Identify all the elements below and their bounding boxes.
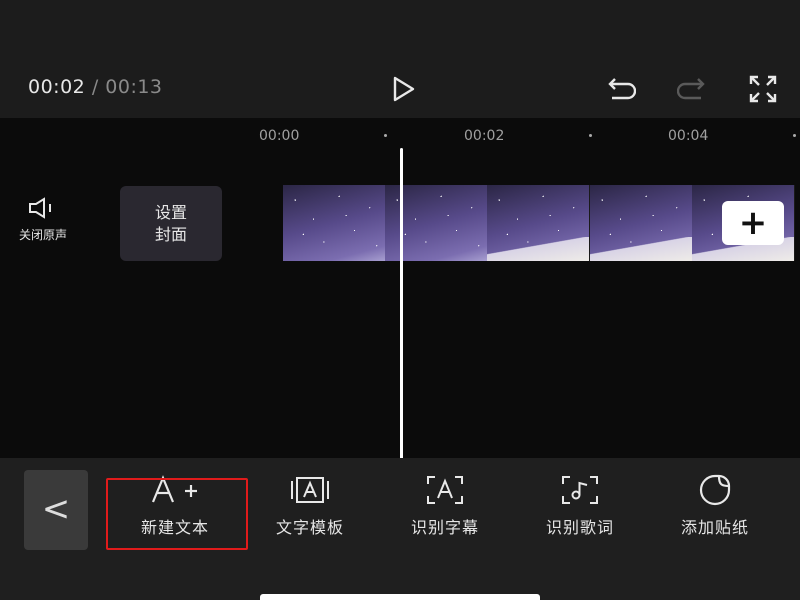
player-header: 00:02 / 00:13 (0, 0, 800, 118)
ruler-dot (384, 134, 387, 137)
back-button[interactable]: < (24, 470, 88, 550)
cover-label-line2: 封面 (154, 224, 187, 244)
undo-icon[interactable] (604, 74, 638, 104)
clip-thumbnail (487, 185, 590, 261)
set-cover-button[interactable]: 设置 封面 (120, 186, 222, 261)
recognize-lyrics-button[interactable]: 识别歌词 (510, 472, 650, 538)
mute-label: 关闭原声 (18, 228, 67, 242)
recognize-subtitles-button[interactable]: 识别字幕 (375, 472, 515, 538)
clip-thumbnail (283, 185, 386, 261)
speaker-icon (29, 197, 51, 219)
clip-thumbnail (590, 185, 693, 261)
time-separator: / (91, 76, 99, 98)
time-display: 00:02 / 00:13 (28, 76, 163, 98)
sticker-icon (645, 472, 785, 508)
ruler-tick: 00:02 (464, 128, 505, 144)
selection-highlight (106, 478, 248, 550)
cover-label-line1: 设置 (154, 202, 187, 222)
redo-icon[interactable] (675, 74, 709, 104)
recognize-subtitles-icon (375, 472, 515, 508)
total-time: 00:13 (105, 76, 163, 98)
recognize-lyrics-icon (510, 472, 650, 508)
text-template-icon (240, 472, 380, 508)
ruler-tick: 00:00 (259, 128, 300, 144)
tool-label: 文字模板 (275, 518, 344, 537)
play-icon[interactable] (386, 72, 420, 106)
add-clip-button[interactable]: + (722, 201, 784, 245)
text-template-button[interactable]: 文字模板 (240, 472, 380, 538)
tool-label: 识别歌词 (545, 518, 614, 537)
mute-original-audio-button[interactable]: 关闭原声 (8, 196, 78, 243)
ruler-dot (793, 134, 796, 137)
ruler-dot (589, 134, 592, 137)
tool-label: 添加贴纸 (680, 518, 749, 537)
playhead[interactable] (400, 148, 403, 460)
home-indicator (260, 594, 540, 600)
add-sticker-button[interactable]: 添加贴纸 (645, 472, 785, 538)
fullscreen-icon[interactable] (746, 72, 780, 106)
tool-label: 识别字幕 (410, 518, 479, 537)
text-toolbar: < 新建文本 文字模板 识别字幕 识别歌词 添加贴纸 (0, 458, 800, 600)
current-time: 00:02 (28, 76, 86, 98)
ruler-tick: 00:04 (668, 128, 709, 144)
